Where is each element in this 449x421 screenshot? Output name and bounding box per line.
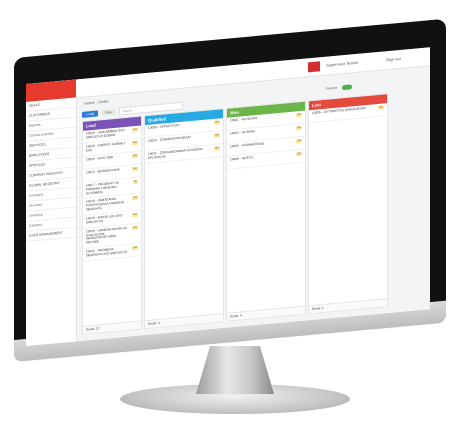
add-deal-button[interactable]: + Add <box>82 110 99 118</box>
deal-card-title: 10019 – Energy Cabinet ES4 <box>86 140 126 153</box>
deal-card-badge: NA <box>214 120 220 125</box>
kanban-column: Lead 10019 – Zahlambda ovo sredstvo dobro… <box>82 115 142 335</box>
sidebar-item-label: Category <box>29 222 43 228</box>
deal-card-badge: NA <box>132 166 138 172</box>
chevron-right-icon: › <box>95 100 97 105</box>
column-footer: Deals: 4 <box>227 305 306 321</box>
deal-card-badge: NA <box>132 212 138 218</box>
company-logo-icon <box>308 61 320 73</box>
deal-card-title: 10018 – Smeštanje postrojenja gradnja ob… <box>86 197 124 212</box>
deal-card-title: 10015 – Kivu 2000 <box>86 155 114 162</box>
column-footer: Deals: 21 <box>83 320 142 334</box>
deal-card-badge: NA <box>132 127 138 133</box>
filter-button[interactable]: Filter <box>101 108 117 117</box>
app-screen: Supervisor Teams Sign out Deals Customers… <box>26 47 430 346</box>
sidebar-item-label: Directory <box>29 202 43 208</box>
deal-card-badge: NA <box>132 140 138 146</box>
sidebar-item-label: Employees <box>29 151 50 158</box>
deal-card-badge: NA <box>296 125 302 131</box>
sidebar-item-label: Customers <box>29 111 51 118</box>
monitor-stand-neck <box>196 346 274 394</box>
deal-card-title: 10019 – Zahlambda ovo sredstvo dobro <box>86 128 125 140</box>
deal-card-badge: NA <box>132 153 138 159</box>
deal-card-badge: NA <box>378 105 384 110</box>
deal-card-badge: NA <box>132 196 138 201</box>
kanban-column: Won 10001 – 60 Ojuso NA 10002 – 8x Bana NA 10… <box>226 100 306 322</box>
logout-link[interactable]: Sign out <box>386 56 401 62</box>
deal-card-badge: NA <box>296 138 302 144</box>
sidebar-item-label: Company <box>29 192 44 198</box>
column-footer: Deals: 4 <box>145 312 224 329</box>
breadcrumb-current: Deals <box>98 98 109 105</box>
deal-card-badge: NA <box>296 112 302 118</box>
kanban-column: Qualified 10009 – Offer Plan NA 10020 – Dob… <box>144 107 224 330</box>
deal-card-badge: NA <box>214 133 220 138</box>
deal-card-title: 10031 – Zorganizirana ustanova aplikacij… <box>148 146 203 160</box>
sidebar-item-label: Services <box>29 142 46 148</box>
deal-card-badge: NA <box>132 225 138 231</box>
column-footer: Deals: 1 <box>309 297 388 314</box>
pipeline-toggle[interactable] <box>342 84 352 91</box>
sidebar: Deals Customers Reports Contact activities S… <box>26 97 77 346</box>
sidebar-item-label: Articles <box>29 162 46 168</box>
deal-card-title: 10017 – Projekat za primenu lokalnih aut… <box>86 180 119 196</box>
sidebar-item-label: Grouping <box>29 212 43 218</box>
deal-card-title: 10014 – Bojaná kana <box>86 167 120 175</box>
sidebar-item-label: Reports <box>29 122 41 128</box>
breadcrumb: Home › Deals <box>84 99 108 106</box>
pipeline-toggle-label: Pipeline <box>326 85 338 91</box>
deal-card-badge: NA <box>296 151 302 157</box>
monitor: Supervisor Teams Sign out Deals Customers… <box>0 0 449 421</box>
deal-card-badge: NA <box>132 245 138 251</box>
breadcrumb-home[interactable]: Home <box>84 100 95 106</box>
deal-card-title: 10021 – Promena objekata ovo sredstvo <box>86 247 128 258</box>
deal-card-title: 10020 – Zamena ravna uz kvalitetne infra… <box>86 225 127 245</box>
deal-card-badge: NA <box>214 146 220 151</box>
kanban-column: Lost 10006 – Automotive Kragujevac NA Deals… <box>308 93 388 315</box>
deal-card-title: 10019 – Banje lek ovo sredstvo <box>86 213 123 225</box>
sidebar-item-label: User management <box>29 230 63 238</box>
user-menu[interactable]: Supervisor Teams <box>326 60 358 68</box>
deal-card-badge: AV <box>132 179 138 185</box>
sidebar-item-label: Deals <box>29 102 40 108</box>
